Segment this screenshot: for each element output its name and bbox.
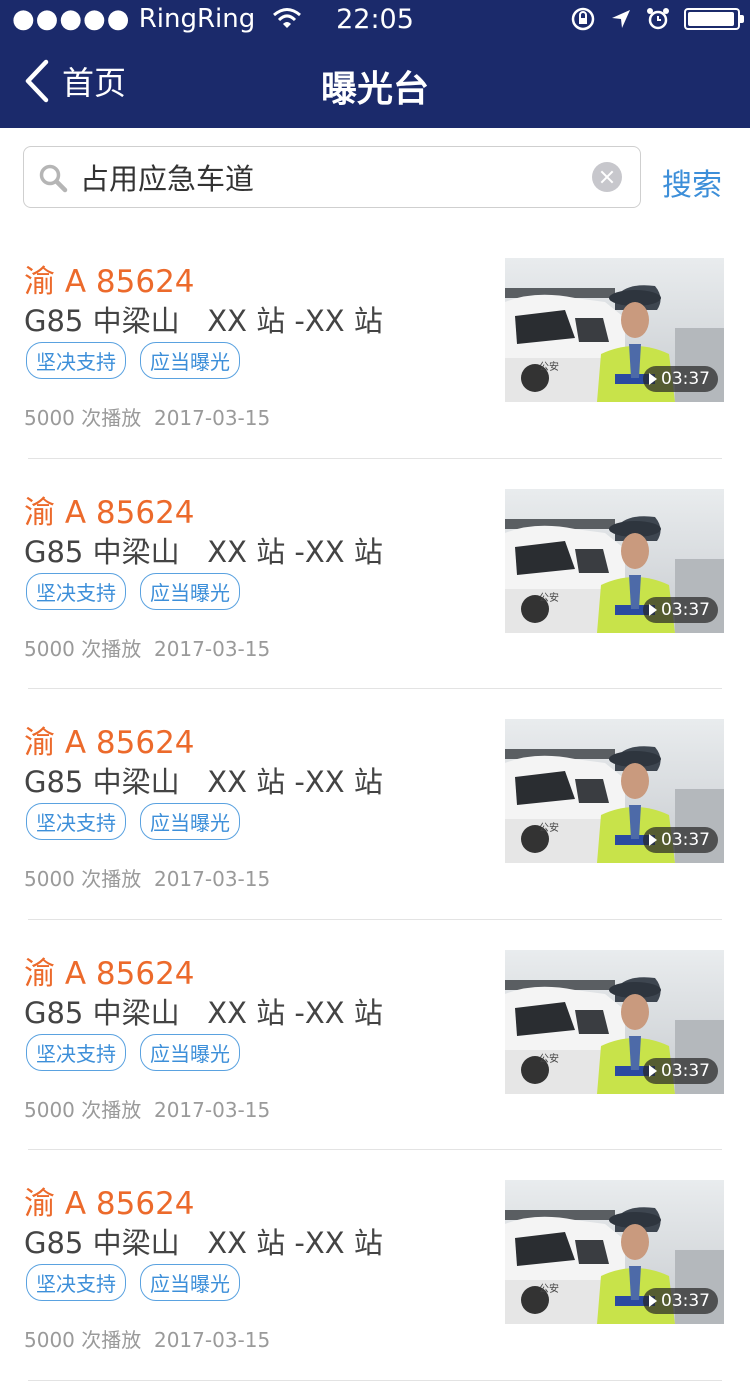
- play-count: 5000 次播放: [24, 1328, 142, 1352]
- plate-number: 渝 A 85624: [24, 725, 195, 761]
- status-bar: ●●●●● RingRing 22:05: [0, 0, 750, 40]
- video-thumbnail[interactable]: 公安 03:37: [505, 719, 724, 863]
- back-label: 首页: [62, 64, 127, 102]
- duration-badge: 03:37: [643, 827, 718, 853]
- plate-number: 渝 A 85624: [24, 955, 195, 992]
- tag-group: 坚决支持 应当曝光: [26, 1033, 240, 1071]
- tag-group: 坚决支持 应当曝光: [26, 803, 240, 840]
- plate-number: 渝 A 85624: [24, 1186, 195, 1222]
- video-thumbnail[interactable]: 公安 03:37: [505, 1180, 724, 1324]
- video-duration: 03:37: [661, 599, 710, 620]
- tag-expose[interactable]: 应当曝光: [140, 803, 240, 840]
- tag-expose[interactable]: 应当曝光: [140, 1264, 240, 1301]
- play-icon: [649, 603, 657, 616]
- video-thumbnail[interactable]: 公安 03:37: [505, 488, 724, 633]
- meta-info: 5000 次播放 2017-03-15: [24, 863, 270, 892]
- publish-date: 2017-03-15: [153, 406, 271, 430]
- route-info: G85 中梁山 XX 站 -XX 站: [24, 1226, 383, 1260]
- top-bar: ●●●●● RingRing 22:05 首页 曝光台: [0, 0, 750, 128]
- search-input[interactable]: [80, 155, 560, 199]
- play-count: 5000 次播放: [24, 1097, 142, 1122]
- route-info: G85 中梁山 XX 站 -XX 站: [24, 304, 383, 338]
- plate-number: 渝 A 85624: [24, 494, 195, 531]
- meta-info: 5000 次播放 2017-03-15: [24, 633, 270, 662]
- chevron-left-icon: [25, 59, 49, 103]
- publish-date: 2017-03-15: [153, 867, 271, 891]
- rotation-lock-icon: [571, 7, 595, 31]
- exposure-list: 渝 A 85624 G85 中梁山 XX 站 -XX 站 坚决支持 应当曝光 5…: [0, 228, 750, 1381]
- navigation-bar: 首页 曝光台: [0, 40, 750, 128]
- list-item[interactable]: 渝 A 85624 G85 中梁山 XX 站 -XX 站 坚决支持 应当曝光 5…: [0, 1150, 750, 1381]
- play-icon: [649, 1064, 657, 1077]
- video-thumbnail[interactable]: 公安 03:37: [505, 949, 724, 1094]
- battery-level: [688, 12, 734, 26]
- route-info: G85 中梁山 XX 站 -XX 站: [24, 765, 383, 799]
- tag-support[interactable]: 坚决支持: [26, 1033, 126, 1071]
- search-button[interactable]: 搜索: [662, 160, 722, 204]
- video-duration: 03:37: [661, 1291, 710, 1311]
- route-info: G85 中梁山 XX 站 -XX 站: [24, 534, 383, 569]
- duration-badge: 03:37: [643, 366, 718, 392]
- tag-group: 坚决支持 应当曝光: [26, 572, 240, 610]
- divider: [28, 1379, 722, 1381]
- tag-group: 坚决支持 应当曝光: [26, 1264, 240, 1301]
- search-box: [23, 146, 641, 208]
- search-icon: [39, 164, 68, 193]
- play-icon: [649, 1295, 657, 1307]
- meta-info: 5000 次播放 2017-03-15: [24, 402, 270, 431]
- play-count: 5000 次播放: [24, 867, 142, 891]
- play-icon: [649, 373, 657, 385]
- tag-expose[interactable]: 应当曝光: [140, 1033, 240, 1071]
- list-item[interactable]: 渝 A 85624 G85 中梁山 XX 站 -XX 站 坚决支持 应当曝光 5…: [0, 228, 750, 459]
- alarm-clock-icon: [647, 8, 669, 30]
- location-arrow-icon: [612, 10, 630, 28]
- tag-support[interactable]: 坚决支持: [26, 572, 126, 610]
- search-bar: 搜索: [0, 128, 750, 228]
- tag-support[interactable]: 坚决支持: [26, 803, 126, 840]
- play-count: 5000 次播放: [24, 406, 142, 430]
- publish-date: 2017-03-15: [153, 636, 271, 661]
- clear-search-button[interactable]: [592, 162, 622, 192]
- svg-text:公安: 公安: [539, 591, 559, 604]
- meta-info: 5000 次播放 2017-03-15: [24, 1094, 270, 1123]
- video-duration: 03:37: [661, 369, 710, 389]
- tag-support[interactable]: 坚决支持: [26, 1264, 126, 1301]
- publish-date: 2017-03-15: [153, 1097, 271, 1122]
- tag-support[interactable]: 坚决支持: [26, 342, 126, 379]
- video-duration: 03:37: [661, 1060, 710, 1081]
- list-item[interactable]: 渝 A 85624 G85 中梁山 XX 站 -XX 站 坚决支持 应当曝光 5…: [0, 689, 750, 920]
- list-item[interactable]: 渝 A 85624 G85 中梁山 XX 站 -XX 站 坚决支持 应当曝光 5…: [0, 920, 750, 1150]
- back-button[interactable]: 首页: [24, 58, 126, 104]
- duration-badge: 03:37: [643, 596, 718, 623]
- tag-expose[interactable]: 应当曝光: [140, 342, 240, 379]
- route-info: G85 中梁山 XX 站 -XX 站: [24, 995, 383, 1030]
- svg-text:公安: 公安: [539, 1282, 559, 1295]
- battery-icon: [684, 8, 744, 30]
- tag-expose[interactable]: 应当曝光: [140, 572, 240, 610]
- svg-text:公安: 公安: [539, 1052, 559, 1065]
- meta-info: 5000 次播放 2017-03-15: [24, 1324, 270, 1353]
- plate-number: 渝 A 85624: [24, 264, 195, 300]
- status-right: [570, 5, 744, 33]
- video-duration: 03:37: [661, 830, 710, 850]
- duration-badge: 03:37: [643, 1057, 718, 1084]
- list-item[interactable]: 渝 A 85624 G85 中梁山 XX 站 -XX 站 坚决支持 应当曝光 5…: [0, 459, 750, 689]
- play-count: 5000 次播放: [24, 636, 142, 661]
- duration-badge: 03:37: [643, 1288, 718, 1314]
- tag-group: 坚决支持 应当曝光: [26, 342, 240, 379]
- play-icon: [649, 834, 657, 846]
- svg-text:公安: 公安: [539, 360, 559, 373]
- svg-text:公安: 公安: [539, 821, 559, 834]
- video-thumbnail[interactable]: 公安 03:37: [505, 258, 724, 402]
- publish-date: 2017-03-15: [153, 1328, 271, 1352]
